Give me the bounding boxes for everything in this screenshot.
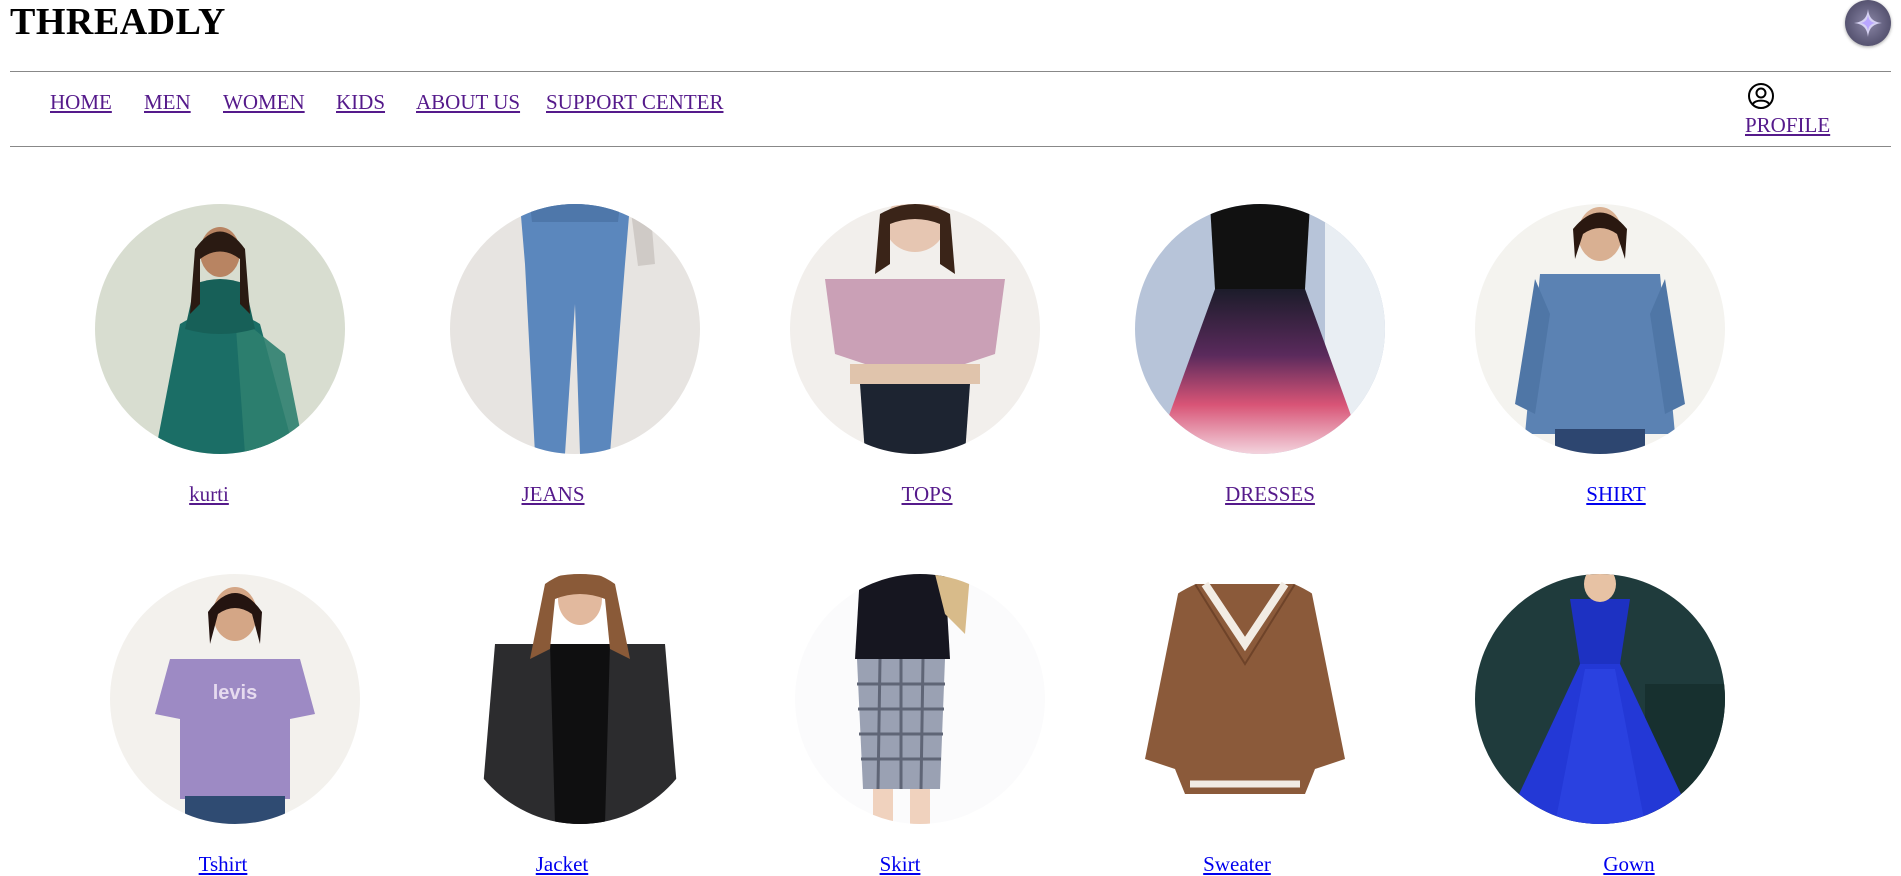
category-link-jeans[interactable]: JEANS	[521, 482, 584, 506]
header-divider-top	[10, 71, 1891, 72]
nav-men[interactable]: MEN	[144, 90, 191, 114]
category-image-tops[interactable]	[790, 204, 1040, 454]
category-image-skirt[interactable]	[795, 574, 1045, 824]
category-link-sweater[interactable]: Sweater	[1203, 852, 1271, 876]
category-link-dresses[interactable]: DRESSES	[1225, 482, 1315, 506]
category-image-jeans[interactable]	[450, 204, 700, 454]
nav-about-us[interactable]: ABOUT US	[416, 90, 520, 114]
header-divider-bottom	[10, 146, 1891, 147]
category-image-dresses[interactable]	[1135, 204, 1385, 454]
category-link-jacket[interactable]: Jacket	[536, 852, 588, 876]
category-link-kurti[interactable]: kurti	[189, 482, 229, 506]
category-image-jacket[interactable]	[455, 574, 705, 824]
category-image-shirt[interactable]	[1475, 204, 1725, 454]
nav-women[interactable]: WOMEN	[223, 90, 305, 114]
category-link-gown[interactable]: Gown	[1603, 852, 1654, 876]
category-image-gown[interactable]	[1475, 574, 1725, 824]
assistant-button[interactable]	[1845, 0, 1891, 46]
category-link-tops[interactable]: TOPS	[902, 482, 953, 506]
sparkle-icon	[1854, 9, 1882, 37]
category-link-skirt[interactable]: Skirt	[880, 852, 921, 876]
svg-text:levis: levis	[213, 682, 257, 704]
nav-support-center[interactable]: SUPPORT CENTER	[546, 90, 723, 114]
category-link-tshirt[interactable]: Tshirt	[199, 852, 248, 876]
brand-logo: THREADLY	[10, 1, 226, 43]
category-image-sweater[interactable]	[1120, 574, 1370, 824]
category-link-shirt[interactable]: SHIRT	[1586, 482, 1645, 506]
user-circle-icon[interactable]	[1747, 82, 1775, 110]
nav-home[interactable]: HOME	[50, 90, 112, 114]
category-image-tshirt[interactable]: levis	[110, 574, 360, 824]
nav-kids[interactable]: KIDS	[336, 90, 385, 114]
category-image-kurti[interactable]	[95, 204, 345, 454]
profile-link[interactable]: PROFILE	[1745, 113, 1830, 137]
